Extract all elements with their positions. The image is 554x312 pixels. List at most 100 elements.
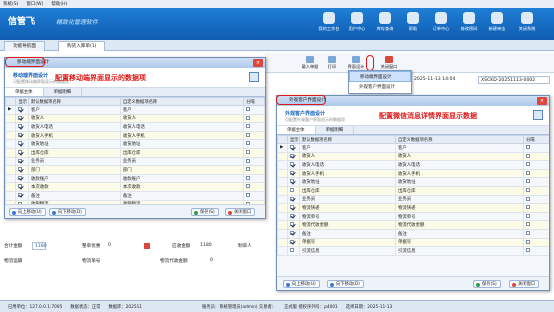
separator-checkbox[interactable] xyxy=(243,173,265,184)
table-row[interactable]: 业务员 业务员 xyxy=(5,156,265,167)
separator-checkbox[interactable] xyxy=(243,113,265,124)
toolbar-new-button[interactable]: 新建单击 xyxy=(484,12,510,32)
table-row[interactable]: 业务员 业务员 xyxy=(277,194,549,205)
table-row[interactable]: 引流信息 引流信息 xyxy=(277,246,549,256)
show-checkbox[interactable] xyxy=(15,122,29,132)
custom-name-cell[interactable]: 客户 xyxy=(395,143,524,153)
show-checkbox[interactable] xyxy=(15,147,29,158)
show-checkbox[interactable] xyxy=(15,173,29,184)
separator-checkbox[interactable] xyxy=(523,246,549,256)
show-checkbox[interactable] xyxy=(287,177,300,187)
table-row[interactable]: 收款账户 收款账户 xyxy=(5,173,265,184)
table-row[interactable]: 本次收款 本次收款 xyxy=(5,182,265,192)
show-checkbox[interactable] xyxy=(287,237,300,248)
separator-checkbox[interactable] xyxy=(243,165,265,175)
show-checkbox[interactable] xyxy=(287,203,300,213)
tab-navigation[interactable]: 功能导航面 xyxy=(4,41,45,51)
separator-checkbox[interactable] xyxy=(523,203,549,213)
separator-checkbox[interactable] xyxy=(243,182,265,192)
table-row[interactable]: 出库仓库 出库仓库 xyxy=(5,147,265,158)
separator-checkbox[interactable] xyxy=(523,177,549,187)
custom-name-cell[interactable]: 物流单号 xyxy=(395,211,524,222)
table-row[interactable]: 部门 部门 xyxy=(5,165,265,175)
separator-checkbox[interactable] xyxy=(523,228,549,239)
load-document-button[interactable]: 载入单据 xyxy=(300,56,320,70)
save-button[interactable]: 保存(S) xyxy=(191,208,219,216)
custom-name-cell[interactable]: 收货地址 xyxy=(395,177,524,187)
subtab-detail[interactable]: 单据明细 xyxy=(44,88,83,96)
custom-name-cell[interactable]: 业务员 xyxy=(395,194,524,205)
custom-name-cell[interactable]: 收款账户 xyxy=(119,173,245,184)
toolbar-stock-button[interactable]: 库存查询 xyxy=(372,12,398,32)
custom-name-cell[interactable]: 收货人手机 xyxy=(395,168,524,179)
tab-purchase-order[interactable]: 购货入库单(1) xyxy=(58,41,106,51)
show-checkbox[interactable] xyxy=(15,139,29,149)
separator-checkbox[interactable] xyxy=(243,147,265,158)
close-dialog-button[interactable]: 关闭窗口 xyxy=(225,208,256,216)
menu-help[interactable]: 帮助(H) xyxy=(51,1,67,7)
close-icon[interactable]: × xyxy=(253,59,263,67)
show-checkbox[interactable] xyxy=(15,190,29,201)
show-checkbox[interactable] xyxy=(15,113,29,124)
show-checkbox[interactable] xyxy=(287,168,300,179)
separator-checkbox[interactable] xyxy=(243,122,265,132)
discount-lock-icon[interactable] xyxy=(144,243,150,249)
save-button[interactable]: 保存(S) xyxy=(473,280,501,288)
doc-number-field[interactable]: XSCKD-20251113-0002 xyxy=(478,76,550,84)
show-checkbox[interactable] xyxy=(15,156,29,167)
table-row[interactable]: 收货人手机 收货人手机 xyxy=(277,168,549,179)
subtab-detail[interactable]: 单据明细 xyxy=(316,126,355,134)
show-checkbox[interactable] xyxy=(287,194,300,205)
close-icon[interactable]: × xyxy=(537,97,547,105)
table-row[interactable]: ▶ 客户 客户 xyxy=(277,143,549,153)
custom-name-cell[interactable]: 物流代收金额 xyxy=(395,220,524,230)
show-checkbox[interactable] xyxy=(287,211,300,222)
toolbar-password-button[interactable]: 修改密码 xyxy=(456,12,482,32)
toolbar-user-center-button[interactable]: 用户中心 xyxy=(344,12,370,32)
separator-checkbox[interactable] xyxy=(243,156,265,167)
custom-name-cell[interactable]: 备注 xyxy=(395,228,524,239)
menu-mobile-design[interactable]: 移动端界面设计 xyxy=(349,71,411,82)
print-button[interactable]: 打印 xyxy=(324,56,340,70)
table-row[interactable]: 收货地址 收货地址 xyxy=(5,139,265,149)
show-checkbox[interactable] xyxy=(287,246,300,256)
table-row[interactable]: 备注 备注 xyxy=(277,228,549,239)
menu-system[interactable]: 系统(S) xyxy=(3,1,18,7)
move-down-button[interactable]: 向下移动(D) xyxy=(327,280,364,288)
separator-checkbox[interactable] xyxy=(523,143,549,153)
table-row[interactable]: 收货人电话 收货人电话 xyxy=(277,160,549,170)
separator-checkbox[interactable] xyxy=(523,237,549,248)
show-checkbox[interactable] xyxy=(287,143,300,153)
custom-name-cell[interactable]: 收货人电话 xyxy=(119,122,245,132)
custom-name-cell[interactable]: 收货地址 xyxy=(119,139,245,149)
show-checkbox[interactable] xyxy=(287,160,300,170)
separator-checkbox[interactable] xyxy=(243,139,265,149)
show-checkbox[interactable] xyxy=(15,165,29,175)
toolbar-workbench-button[interactable]: 我的工作台 xyxy=(316,12,342,32)
custom-name-cell[interactable]: 收货人电话 xyxy=(395,160,524,170)
custom-name-cell[interactable]: 物流快递 xyxy=(395,203,524,213)
show-checkbox[interactable] xyxy=(15,182,29,192)
separator-checkbox[interactable] xyxy=(243,105,265,115)
subtab-main[interactable]: 单据主体 xyxy=(5,88,44,96)
toolbar-help-button[interactable]: 帮助 xyxy=(400,12,426,32)
custom-name-cell[interactable]: 引流信息 xyxy=(395,246,524,256)
separator-checkbox[interactable] xyxy=(243,130,265,141)
move-up-button[interactable]: 向上移动(U) xyxy=(283,280,320,288)
show-checkbox[interactable] xyxy=(15,130,29,141)
show-checkbox[interactable] xyxy=(287,228,300,239)
separator-checkbox[interactable] xyxy=(523,160,549,170)
custom-name-cell[interactable]: 本次收款 xyxy=(119,182,245,192)
custom-name-cell[interactable]: 出库仓库 xyxy=(395,185,524,196)
close-dialog-button[interactable]: 关闭窗口 xyxy=(509,280,540,288)
custom-name-cell[interactable]: 业务员 xyxy=(119,156,245,167)
separator-checkbox[interactable] xyxy=(523,220,549,230)
table-row[interactable]: 物流代收金额 物流代收金额 xyxy=(277,220,549,230)
custom-name-cell[interactable]: 出库仓库 xyxy=(119,147,245,158)
custom-name-cell[interactable]: 收货人 xyxy=(119,113,245,124)
custom-name-cell[interactable]: 单据号 xyxy=(395,237,524,248)
close-window-button[interactable]: 关闭窗口 xyxy=(378,56,400,70)
move-up-button[interactable]: 向上移动(U) xyxy=(9,208,46,216)
move-down-button[interactable]: 向下移动(D) xyxy=(49,208,86,216)
toolbar-order-button[interactable]: 订单中心 xyxy=(428,12,454,32)
